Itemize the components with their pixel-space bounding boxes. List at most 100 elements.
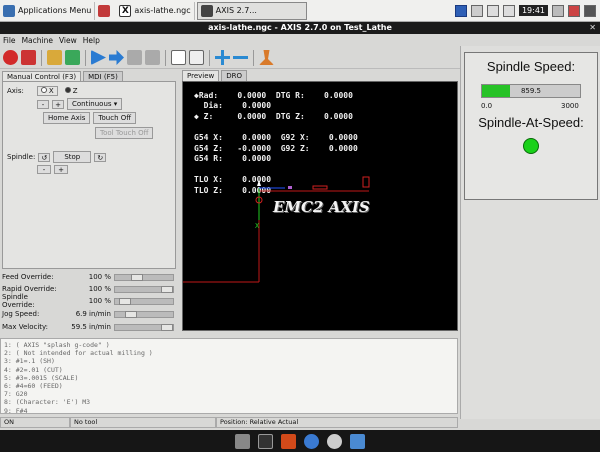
block-delete-icon[interactable] (171, 50, 186, 65)
web-browser-icon[interactable] (304, 433, 319, 449)
gcode-line[interactable]: 1: ( AXIS "splash g-code" ) (4, 341, 454, 349)
menu-help[interactable]: Help (83, 36, 100, 45)
power-icon[interactable] (584, 4, 596, 17)
window-close-icon[interactable]: ✕ (589, 22, 596, 34)
volume-tray-icon[interactable] (502, 4, 515, 17)
search-icon[interactable] (327, 433, 342, 449)
user-icon[interactable] (552, 4, 564, 17)
tool-touch-off-button[interactable]: Tool Touch Off (95, 127, 154, 139)
axis-x-radio[interactable]: X (36, 86, 58, 96)
limit-marker (362, 176, 370, 188)
step-icon[interactable] (109, 50, 124, 65)
file-manager-icon[interactable] (350, 433, 365, 449)
system-tray: 19:41 (454, 4, 600, 17)
clear-plot-icon[interactable] (259, 50, 274, 65)
spindle-panel: Spindle Speed: 859.5 0.0 3000 Spindle-At… (464, 52, 598, 200)
show-desktop-button[interactable] (95, 2, 116, 20)
jog-mode-select[interactable]: Continuous ▾ (67, 98, 123, 110)
spindle-speed-value: 859.5 (520, 87, 542, 95)
preview-canvas[interactable]: ◆Rad: 0.0000 DTG R: 0.0000 Dia: 0.0000 ◆… (182, 81, 458, 331)
overrides-panel: Feed Override: 100 % Rapid Override: 100… (0, 272, 178, 334)
menu-file[interactable]: File (3, 36, 16, 45)
gcode-line[interactable]: 5: #3=.0015 (SCALE) (4, 374, 454, 382)
slider-knob[interactable] (125, 310, 137, 318)
max-velocity-label: Max Velocity: (2, 323, 49, 331)
radio-dot (40, 87, 47, 93)
package-icon[interactable] (281, 433, 296, 449)
tab-preview[interactable]: Preview (182, 70, 220, 81)
axis-x-label: X (48, 87, 54, 95)
menu-machine[interactable]: Machine (22, 36, 53, 45)
jog-speed-slider[interactable] (114, 310, 174, 318)
jog-minus-button[interactable]: - (37, 99, 49, 109)
screen-tray-icon[interactable] (470, 4, 483, 17)
rapid-override-label: Rapid Override: (2, 285, 57, 293)
zoom-out-icon[interactable] (233, 56, 248, 59)
desktop-icon (98, 4, 111, 17)
taskbar-item-gcode[interactable]: X axis-lathe.ngc (116, 1, 195, 20)
spindle-bar-min: 0.0 (481, 102, 493, 110)
spindle-ccw-icon[interactable]: ↺ (38, 152, 51, 162)
slider-knob[interactable] (119, 297, 131, 305)
zoom-in-icon[interactable] (215, 50, 230, 65)
optional-stop-icon[interactable] (189, 50, 204, 65)
rapid-override-slider[interactable] (114, 285, 174, 293)
gcode-line[interactable]: 8: (Character: 'E') M3 (4, 398, 454, 406)
spindle-speed-title: Spindle Speed: (486, 59, 576, 74)
spindle-stop-button[interactable]: Stop (53, 151, 92, 163)
tool-status: No tool (70, 417, 216, 428)
spindle-override-slider[interactable] (114, 297, 174, 305)
applications-menu-label: Applications Menu (18, 6, 92, 15)
chevron-down-icon: ▾ (113, 100, 118, 108)
gcode-line[interactable]: 4: #2=.01 (CUT) (4, 366, 454, 374)
toolpath-segment (288, 186, 292, 189)
reload-icon[interactable] (65, 50, 80, 65)
jog-speed-label: Jog Speed: (2, 310, 40, 318)
taskbar-item-axis[interactable]: AXIS 2.7... (196, 1, 307, 20)
jog-mode-value: Continuous (72, 100, 112, 108)
pause-icon[interactable] (127, 50, 142, 65)
gcode-line[interactable]: 6: #4=60 (FEED) (4, 382, 454, 390)
gcode-line[interactable]: 9: F#4 (4, 407, 454, 415)
spindle-slower-button[interactable]: - (37, 165, 51, 174)
show-desktop-dock-icon[interactable] (235, 433, 250, 449)
slider-knob[interactable] (161, 285, 173, 293)
applications-menu[interactable]: Applications Menu (0, 1, 96, 20)
network-activity-icon[interactable] (568, 4, 580, 17)
stop-icon[interactable] (145, 50, 160, 65)
gcode-line[interactable]: 7: G20 (4, 390, 454, 398)
spindle-override-label: Spindle Override: (2, 293, 35, 309)
toolpath-segment (312, 185, 328, 190)
tab-dro[interactable]: DRO (221, 70, 248, 81)
spindle-cw-icon[interactable]: ↻ (94, 152, 107, 162)
gcode-line[interactable]: 3: #1=.1 (SH) (4, 357, 454, 365)
x-window-icon: X (119, 4, 132, 17)
network-tray-icon[interactable] (486, 4, 499, 17)
toolbar (0, 47, 460, 69)
estop-icon[interactable] (3, 50, 18, 65)
axis-z-radio[interactable]: Z (64, 87, 77, 95)
gcode-listing[interactable]: 1: ( AXIS "splash g-code" ) 2: ( Not int… (0, 338, 458, 415)
radio-dot (64, 87, 71, 93)
taskbar-item-axis-label: AXIS 2.7... (215, 6, 257, 15)
feed-override-slider[interactable] (114, 273, 174, 281)
terminal-icon[interactable] (258, 433, 273, 449)
rapid-override-value: 100 % (88, 285, 111, 293)
menu-view[interactable]: View (59, 36, 77, 45)
home-axis-button[interactable]: Home Axis (43, 112, 91, 124)
x-app-tray-icon[interactable] (454, 4, 467, 17)
machine-power-icon[interactable] (21, 50, 36, 65)
slider-knob[interactable] (131, 273, 143, 281)
spindle-at-speed-led (523, 138, 539, 154)
spindle-faster-button[interactable]: + (54, 165, 68, 174)
gcode-line[interactable]: 2: ( Not intended for actual milling ) (4, 349, 454, 357)
run-icon[interactable] (91, 50, 106, 65)
taskbar-item-gcode-label: axis-lathe.ngc (134, 6, 191, 15)
window-title: axis-lathe.ngc - AXIS 2.7.0 on Test_Lath… (208, 23, 392, 32)
clock[interactable]: 19:41 (518, 5, 548, 16)
slider-knob[interactable] (161, 323, 173, 331)
touch-off-button[interactable]: Touch Off (93, 112, 137, 124)
max-velocity-slider[interactable] (114, 323, 174, 331)
jog-plus-button[interactable]: + (52, 99, 64, 109)
open-file-icon[interactable] (47, 50, 62, 65)
